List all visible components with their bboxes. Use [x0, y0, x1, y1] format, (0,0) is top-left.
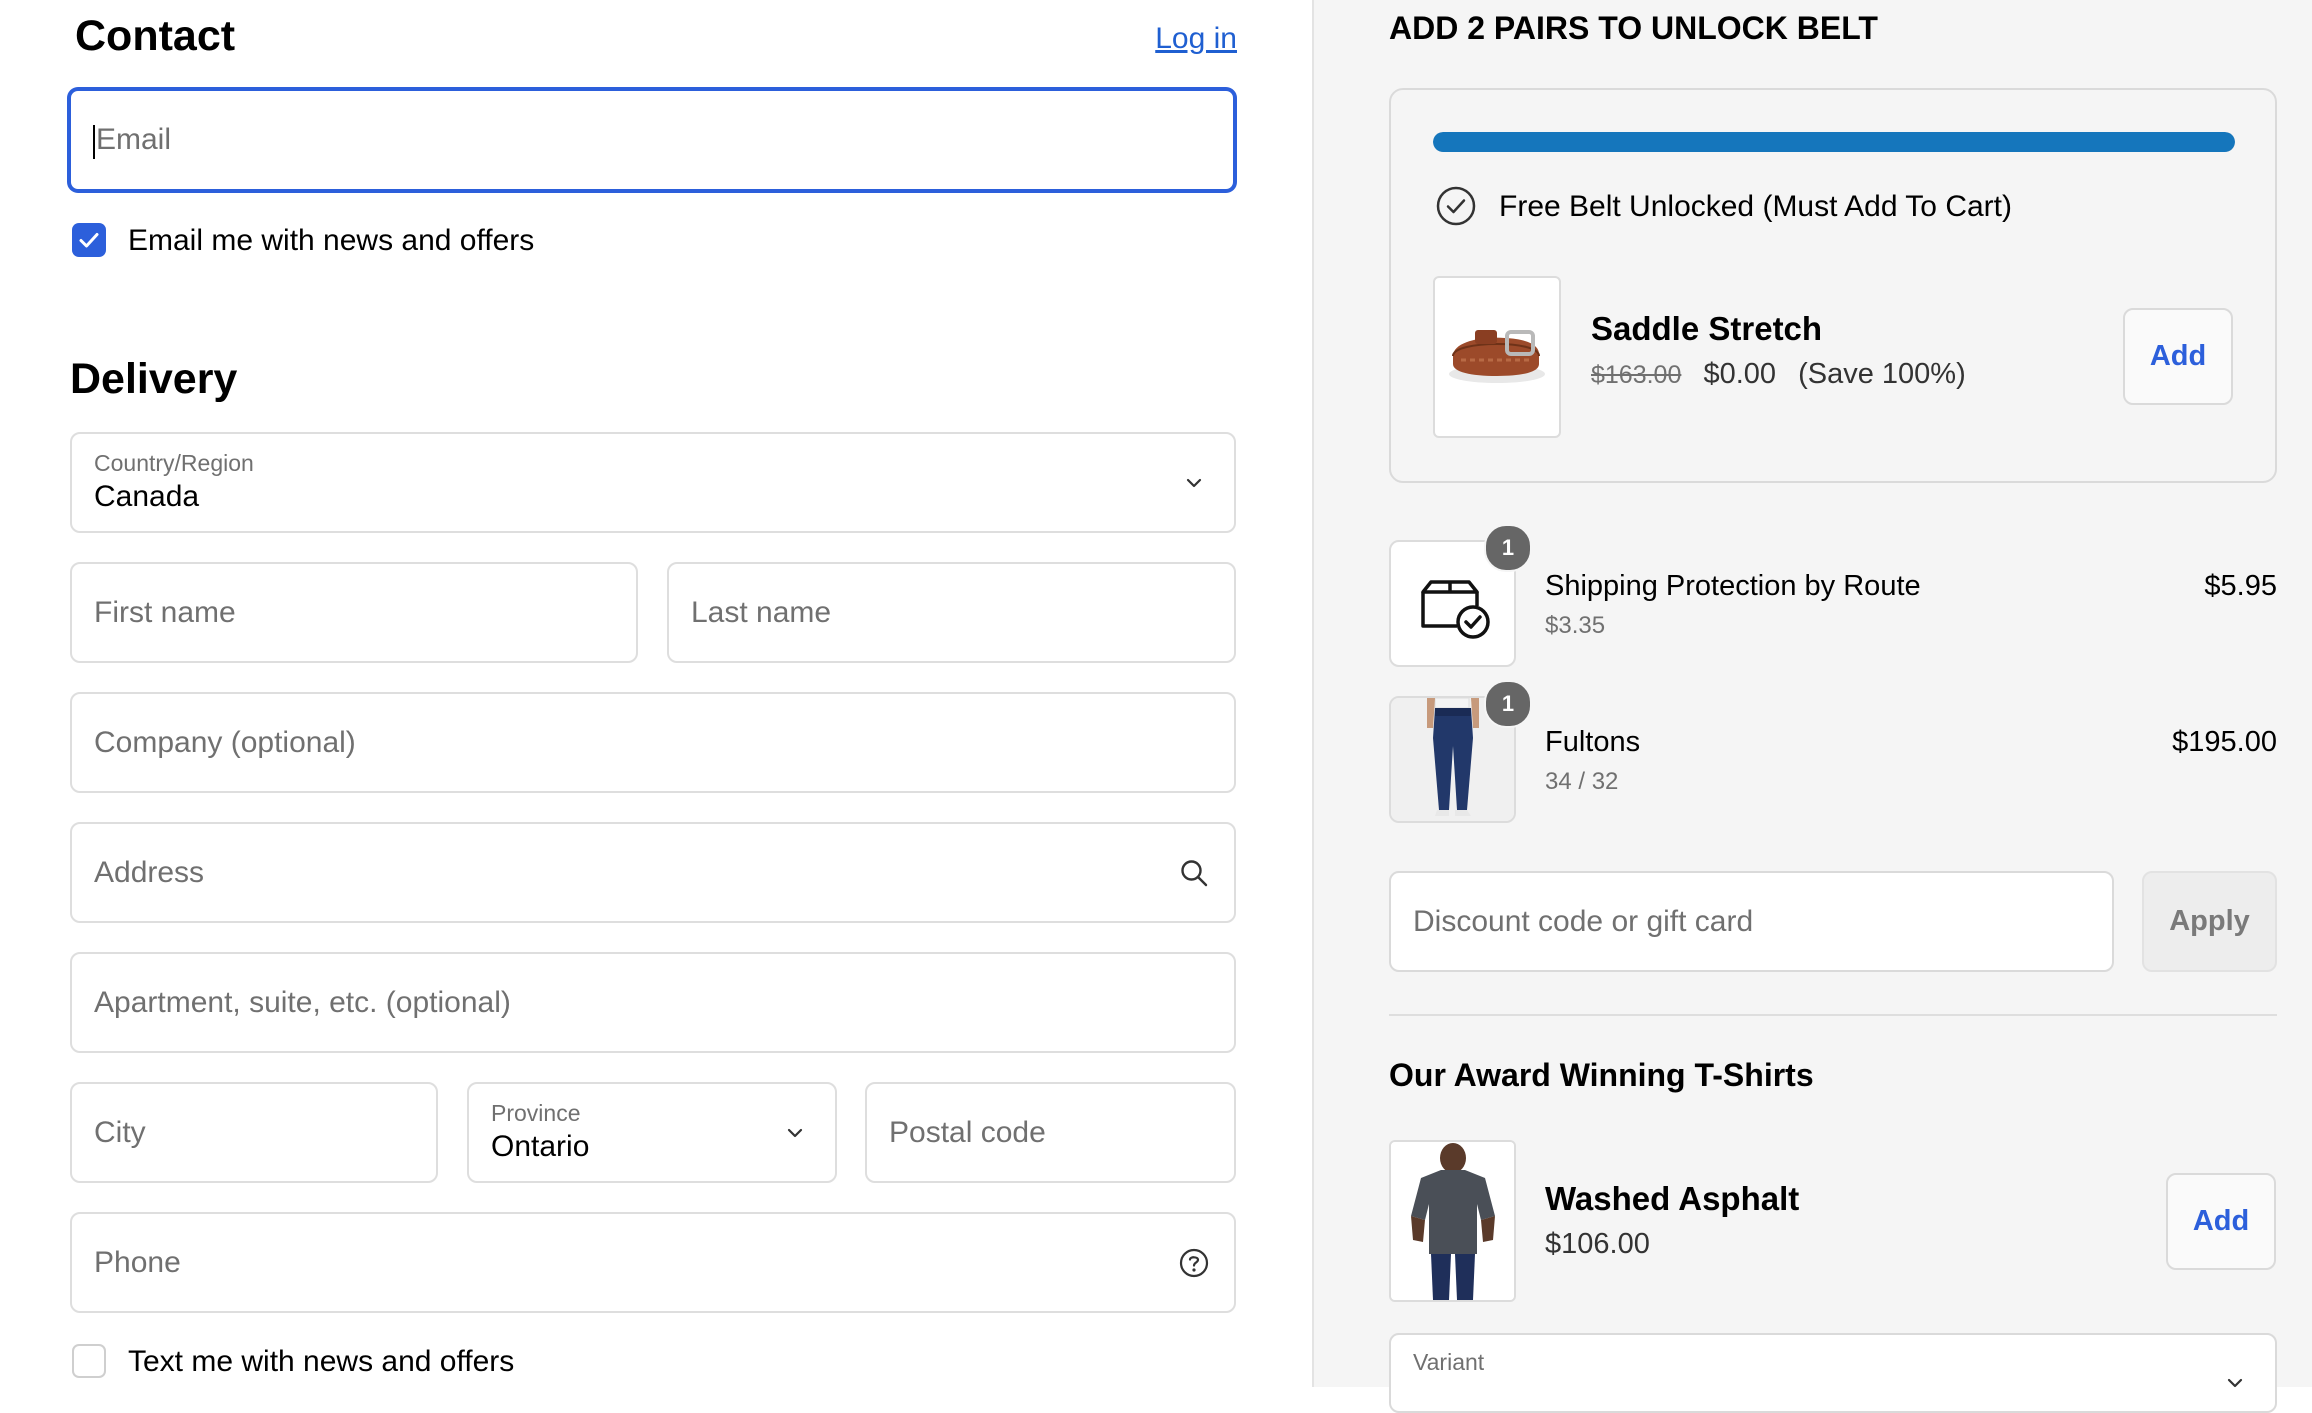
city-placeholder: City [94, 1115, 146, 1149]
checkmark-icon [79, 233, 99, 248]
text-caret [93, 125, 95, 159]
contact-heading: Contact [75, 12, 236, 60]
company-field[interactable]: Company (optional) [70, 692, 1236, 793]
cart-item-name: Shipping Protection by Route [1545, 570, 1921, 602]
tshirt-price: $106.00 [1545, 1228, 1650, 1260]
belt-savings: (Save 100%) [1798, 358, 1966, 390]
variant-select[interactable]: Variant [1389, 1333, 2277, 1413]
tshirt-image [1389, 1140, 1516, 1302]
quantity-badge: 1 [1484, 524, 1532, 572]
cart-item-name: Fultons [1545, 726, 1641, 758]
email-placeholder: Email [96, 123, 172, 156]
promo-progress-fill [1433, 132, 2235, 152]
unlocked-text: Free Belt Unlocked (Must Add To Cart) [1499, 190, 2012, 223]
postal-code-field[interactable]: Postal code [865, 1082, 1236, 1183]
checkout-form: Contact Log in Email Email me with news … [0, 0, 1312, 1387]
cart-item-price: $5.95 [2204, 570, 2277, 602]
province-value: Ontario [491, 1130, 590, 1163]
country-value: Canada [94, 480, 200, 513]
city-field[interactable]: City [70, 1082, 438, 1183]
country-label: Country/Region [94, 450, 254, 476]
quantity-badge: 1 [1484, 680, 1532, 728]
upsell-title: Our Award Winning T-Shirts [1389, 1057, 1814, 1093]
discount-input[interactable]: Discount code or gift card [1389, 871, 2114, 972]
tshirt-name: Washed Asphalt [1545, 1180, 1800, 1217]
address-placeholder: Address [94, 855, 205, 889]
province-select[interactable]: Province Ontario [467, 1082, 837, 1183]
variant-label: Variant [1413, 1349, 1485, 1375]
last-name-placeholder: Last name [691, 595, 832, 629]
belt-image [1433, 276, 1561, 438]
province-label: Province [491, 1100, 581, 1126]
belt-name: Saddle Stretch [1591, 310, 1823, 347]
belt-original-price: $163.00 [1591, 361, 1682, 389]
apartment-field[interactable]: Apartment, suite, etc. (optional) [70, 952, 1236, 1053]
check-circle-icon [1436, 186, 1476, 226]
phone-field[interactable]: Phone [70, 1212, 1236, 1313]
apartment-placeholder: Apartment, suite, etc. (optional) [94, 985, 511, 1019]
belt-image-graphic [1449, 330, 1545, 383]
phone-placeholder: Phone [94, 1245, 181, 1279]
first-name-placeholder: First name [94, 595, 236, 629]
cart-item-sub: 34 / 32 [1545, 768, 1619, 795]
apply-button[interactable]: Apply [2142, 871, 2277, 972]
postal-code-placeholder: Postal code [889, 1115, 1046, 1149]
order-summary: ADD 2 PAIRS TO UNLOCK BELT Free Belt Unl… [1314, 0, 2312, 1413]
company-placeholder: Company (optional) [94, 725, 356, 759]
belt-price: $0.00 [1703, 358, 1777, 390]
newsletter-checkbox[interactable] [72, 223, 106, 257]
email-field[interactable]: Email [68, 88, 1236, 192]
promo-title: ADD 2 PAIRS TO UNLOCK BELT [1389, 10, 1878, 46]
chevron-down-icon [1186, 478, 1202, 487]
add-tshirt-button[interactable]: Add [2166, 1173, 2276, 1270]
cart-item-price: $195.00 [2172, 726, 2277, 758]
belt-price-line: $163.00 $0.00 (Save 100%) [1591, 358, 1966, 391]
newsletter-label: Email me with news and offers [128, 224, 535, 257]
promo-progress-bar [1433, 132, 2235, 152]
delivery-heading: Delivery [70, 355, 238, 403]
sms-label: Text me with news and offers [128, 1345, 515, 1378]
promo-box: Free Belt Unlocked (Must Add To Cart) Sa… [1389, 88, 2277, 483]
sms-checkbox[interactable] [72, 1344, 106, 1378]
cart-item-sub: $3.35 [1545, 612, 1606, 639]
last-name-field[interactable]: Last name [667, 562, 1236, 663]
help-icon[interactable] [1178, 1247, 1210, 1279]
chevron-down-icon [787, 1128, 803, 1137]
login-link[interactable]: Log in [1155, 22, 1237, 56]
country-select[interactable]: Country/Region Canada [70, 432, 1236, 533]
tshirt-image-graphic [1391, 1142, 1514, 1300]
address-field[interactable]: Address [70, 822, 1236, 923]
section-divider [1389, 1014, 2277, 1016]
add-belt-button[interactable]: Add [2123, 308, 2233, 405]
first-name-field[interactable]: First name [70, 562, 638, 663]
search-icon[interactable] [1178, 857, 1210, 889]
chevron-down-icon [2227, 1378, 2243, 1388]
discount-placeholder: Discount code or gift card [1413, 904, 1754, 938]
